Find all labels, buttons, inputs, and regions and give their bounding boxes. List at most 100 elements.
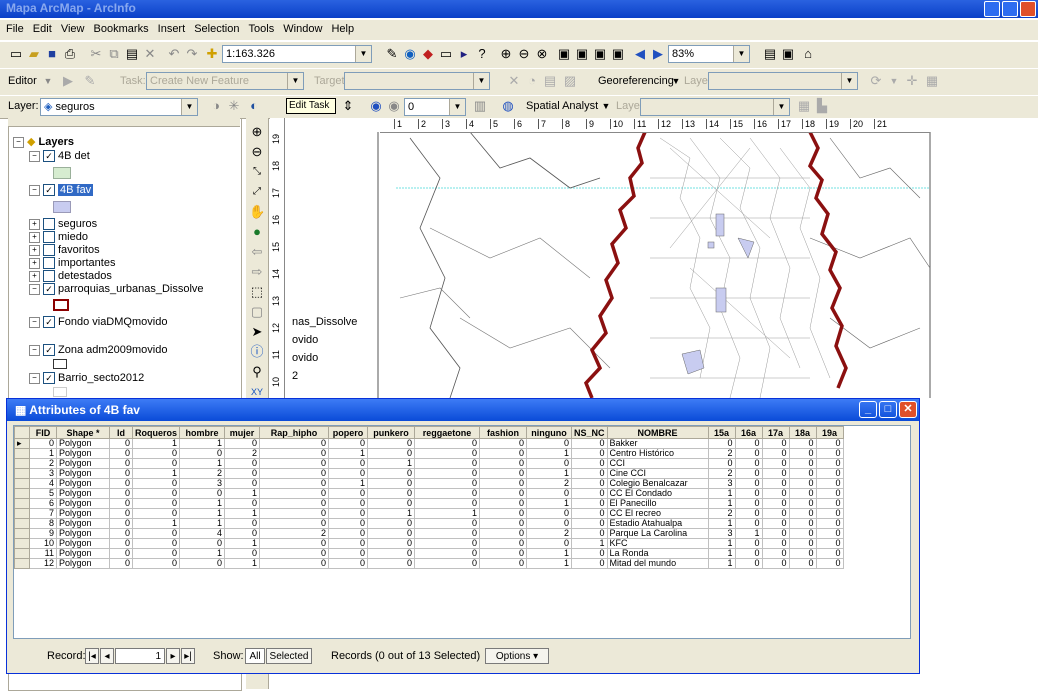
table-cell[interactable]: 0	[526, 488, 573, 499]
table-cell[interactable]: 0	[224, 458, 261, 469]
table-cell[interactable]: 0	[815, 478, 844, 489]
table-cell[interactable]: 0	[761, 528, 790, 539]
table-cell[interactable]: 0	[259, 508, 330, 519]
table-cell[interactable]: 0	[109, 518, 133, 529]
table-cell[interactable]: 0	[367, 478, 416, 489]
table-cell[interactable]: Polygon	[56, 478, 110, 489]
table-cell[interactable]: 0	[734, 438, 763, 449]
fixed-zoom-in-icon[interactable]: ▣	[592, 46, 608, 62]
chevron-down-icon[interactable]: ▼	[668, 73, 684, 89]
next-record-button[interactable]: ▸	[166, 648, 180, 664]
row-selector[interactable]	[14, 448, 30, 459]
table-cell[interactable]: 1	[526, 448, 573, 459]
chevron-down-icon[interactable]: ▼	[40, 73, 56, 89]
table-cell[interactable]: 1	[367, 458, 416, 469]
table-cell[interactable]: 0	[131, 508, 181, 519]
table-cell[interactable]: 0	[259, 488, 330, 499]
table-cell[interactable]: 0	[761, 548, 790, 559]
table-cell[interactable]: 0	[571, 548, 608, 559]
table-cell[interactable]: 0	[224, 468, 261, 479]
editor-toolbar-icon[interactable]: ✎	[384, 46, 400, 62]
column-header[interactable]: mujer	[224, 426, 261, 439]
zoom-100-icon[interactable]: ▣	[574, 46, 590, 62]
row-selector[interactable]	[14, 458, 30, 469]
arccatalog-icon[interactable]: ◆	[420, 46, 436, 62]
table-cell[interactable]: 0	[734, 518, 763, 529]
table-cell[interactable]: 0	[734, 548, 763, 559]
sketch-properties-icon[interactable]: ▨	[562, 73, 578, 89]
table-cell[interactable]: 4	[29, 478, 57, 489]
table-cell[interactable]: 0	[734, 538, 763, 549]
table-cell[interactable]: 3	[179, 478, 226, 489]
fixed-zoom-out-icon[interactable]: ⤢	[249, 184, 265, 200]
add-data-icon[interactable]: ✚	[204, 46, 220, 62]
table-cell[interactable]: 11	[29, 548, 57, 559]
table-cell[interactable]: 0	[131, 478, 181, 489]
table-cell[interactable]: 0	[815, 508, 844, 519]
column-header[interactable]: 15a	[707, 426, 736, 439]
flicker-icon[interactable]: ◉	[386, 98, 402, 114]
table-cell[interactable]: 1	[526, 548, 573, 559]
table-cell[interactable]: 1	[526, 498, 573, 509]
table-cell[interactable]: 0	[479, 448, 528, 459]
rotate-icon[interactable]: ⟳	[868, 73, 884, 89]
table-row[interactable]: 1 Polygon 0 0 0 2 0 1 0 0 0 1 0 Centro Histórico 2 0 0 0 0	[14, 448, 844, 459]
previous-extent-icon[interactable]: ◀	[632, 46, 648, 62]
table-cell[interactable]: 0	[479, 538, 528, 549]
histogram-icon[interactable]: ▦	[796, 98, 812, 114]
table-cell[interactable]: 1	[179, 548, 226, 559]
toc-item-barrio[interactable]: − ✓ Barrio_secto2012	[29, 371, 144, 385]
table-cell[interactable]: 0	[109, 508, 133, 519]
split-tool-icon[interactable]: ✕	[506, 73, 522, 89]
copy-icon[interactable]: ⧉	[106, 46, 122, 62]
chevron-down-icon[interactable]: ▼	[598, 98, 614, 114]
row-selector[interactable]: ▸	[14, 438, 30, 449]
menu-insert[interactable]: Insert	[155, 20, 189, 35]
map-view[interactable]: nas_Dissolve ovido ovido 2	[270, 118, 1038, 398]
row-selector[interactable]	[14, 558, 30, 569]
table-cell[interactable]: 0	[109, 548, 133, 559]
task-combo[interactable]: Create New Feature ▼	[146, 72, 304, 90]
table-cell[interactable]: KFC	[606, 538, 709, 549]
table-cell[interactable]: 0	[367, 528, 416, 539]
select-elements-icon[interactable]: ➤	[249, 324, 265, 340]
column-header[interactable]: Id	[109, 426, 133, 439]
table-cell[interactable]: Parque La Carolina	[606, 528, 709, 539]
table-cell[interactable]: 0	[815, 498, 844, 509]
table-cell[interactable]: 0	[788, 488, 817, 499]
table-cell[interactable]: 0	[761, 518, 790, 529]
georeferencing-menu[interactable]: Georeferencing	[598, 75, 674, 87]
row-selector[interactable]	[14, 488, 30, 499]
table-cell[interactable]: 12	[29, 558, 57, 569]
table-cell[interactable]: 0	[479, 518, 528, 529]
column-header[interactable]: NOMBRE	[606, 426, 709, 439]
table-cell[interactable]: 1	[179, 438, 226, 449]
menu-view[interactable]: View	[58, 20, 88, 35]
table-cell[interactable]: 3	[707, 478, 736, 489]
table-cell[interactable]: Bakker	[606, 438, 709, 449]
table-row[interactable]: 12 Polygon 0 0 0 1 0 0 0 0 0 1 0 Mitad del mundo 1 0 0 0 0	[14, 558, 844, 569]
table-cell[interactable]: 1	[526, 558, 573, 569]
table-cell[interactable]: 0	[788, 498, 817, 509]
open-folder-icon[interactable]: ▰	[26, 46, 42, 62]
column-header[interactable]: hombre	[179, 426, 226, 439]
arctoolbox-icon[interactable]: ◉	[402, 46, 418, 62]
table-cell[interactable]: 1	[328, 478, 369, 489]
table-cell[interactable]: 3	[29, 468, 57, 479]
table-cell[interactable]: 10	[29, 538, 57, 549]
table-cell[interactable]: 0	[414, 498, 481, 509]
row-selector[interactable]	[14, 538, 30, 549]
rotate-tool-icon[interactable]: ◔	[524, 73, 540, 89]
table-cell[interactable]: 3	[707, 528, 736, 539]
menu-selection[interactable]: Selection	[191, 20, 242, 35]
table-cell[interactable]: 0	[109, 438, 133, 449]
table-cell[interactable]: 0	[328, 438, 369, 449]
table-cell[interactable]: 0	[414, 448, 481, 459]
toc-item-miedo[interactable]: + miedo	[29, 230, 88, 244]
spinner-icon[interactable]: ⇕	[340, 98, 356, 114]
change-layout-icon[interactable]: ⌂	[800, 46, 816, 62]
table-cell[interactable]: 1	[224, 488, 261, 499]
select-features-icon[interactable]: ⬚	[249, 284, 265, 300]
table-cell[interactable]: 0	[815, 528, 844, 539]
table-cell[interactable]: 0	[367, 498, 416, 509]
